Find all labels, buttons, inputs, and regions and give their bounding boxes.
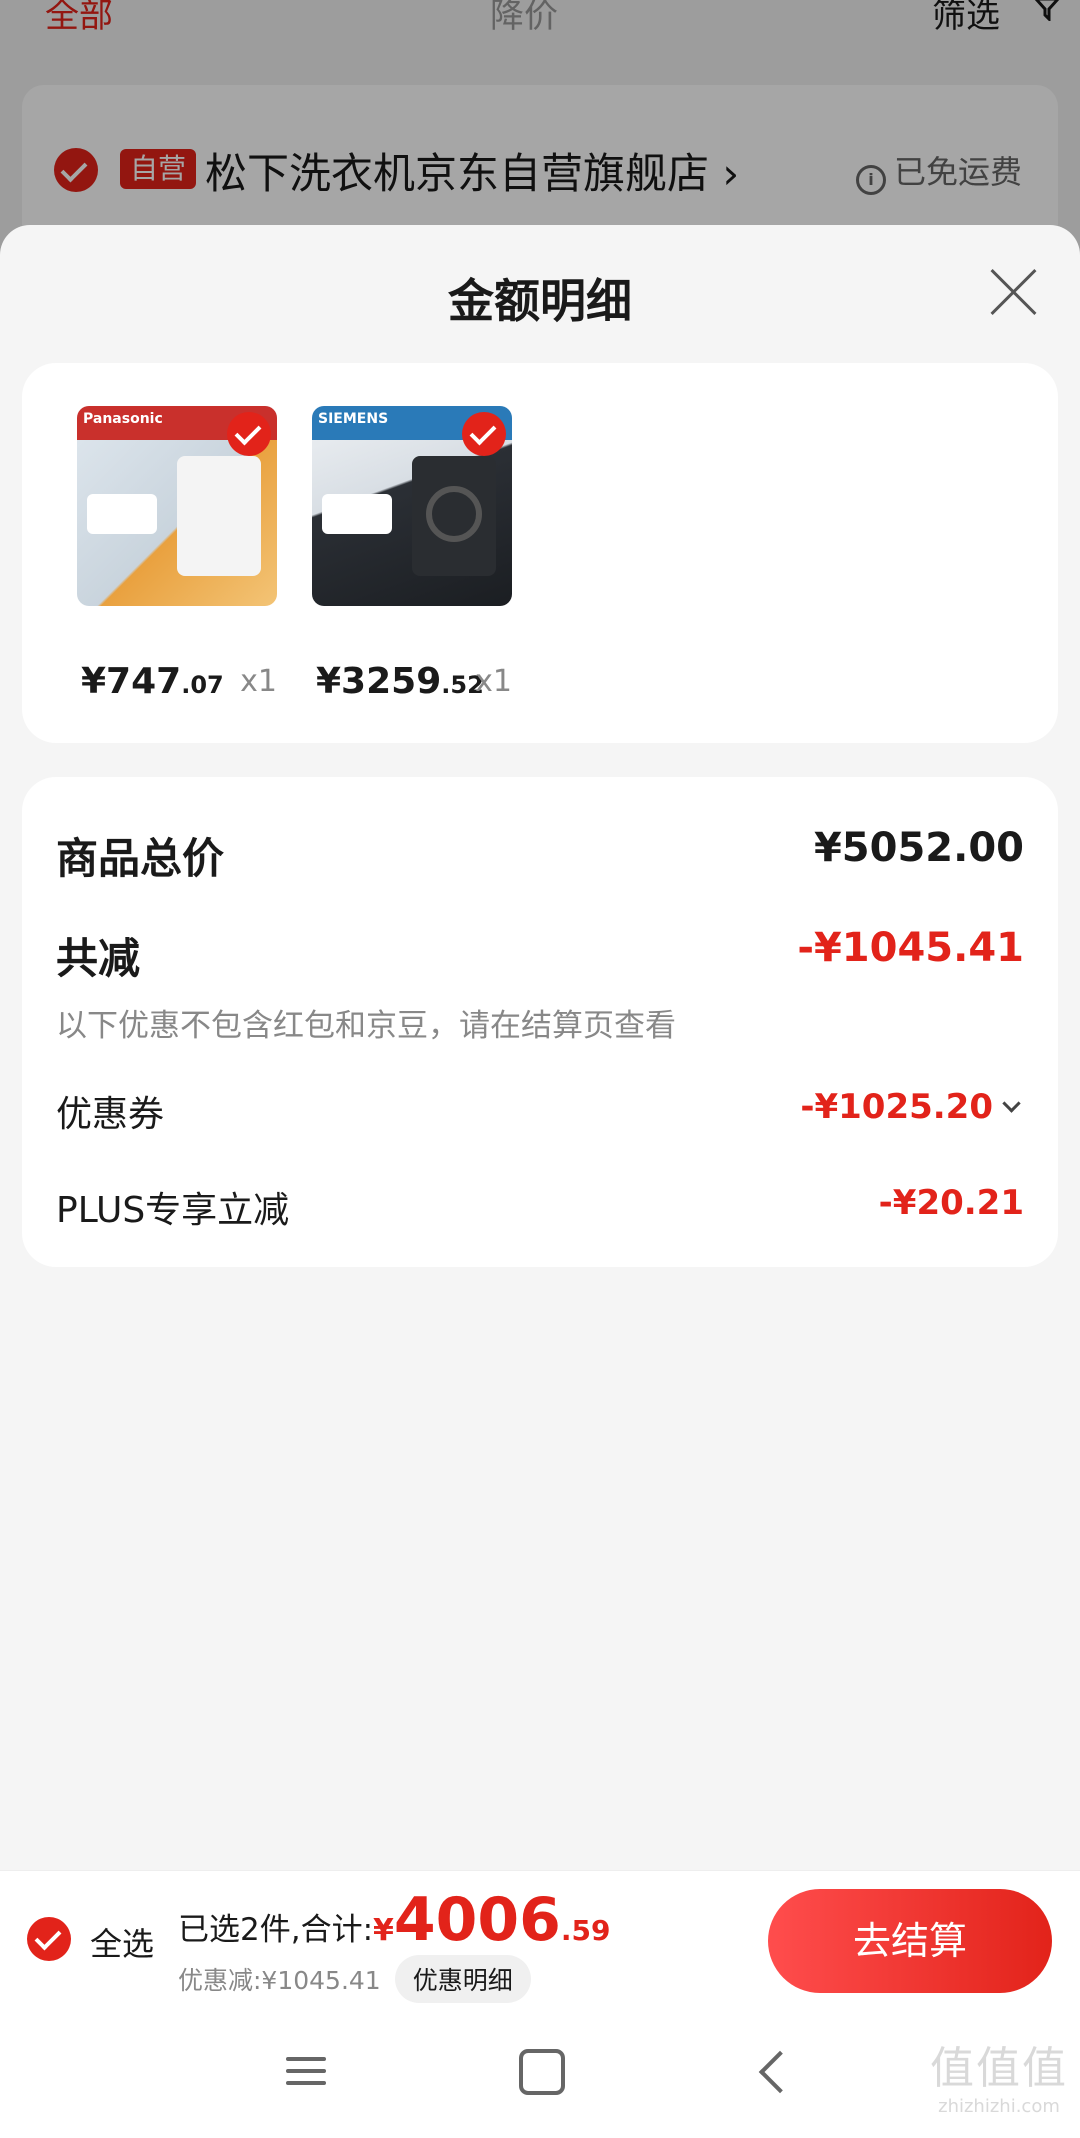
reduce-value: -¥1045.41: [797, 925, 1024, 971]
close-icon[interactable]: [988, 267, 1038, 317]
total-value: ¥5052.00: [813, 825, 1024, 871]
product-thumbnail: Panasonic: [77, 406, 277, 606]
product-promo-badge: [322, 494, 392, 534]
product-price: ¥3259.52: [316, 661, 484, 702]
reduce-hint: 以下优惠不包含红包和京豆，请在结算页查看: [56, 1008, 676, 1044]
discount-text: 优惠减:¥1045.41: [178, 1966, 381, 1995]
checkout-button[interactable]: 去结算: [768, 1889, 1052, 1993]
check-icon: [227, 412, 271, 456]
sheet-title: 金额明细: [448, 274, 632, 328]
coupon-row[interactable]: 优惠券 -¥1025.20: [56, 1085, 1024, 1137]
select-all-label[interactable]: 全选: [90, 1919, 154, 1965]
selected-total: 已选2件,合计:¥4006.59: [178, 1885, 611, 1955]
product-item[interactable]: Panasonic ¥747.07 x1: [77, 406, 277, 702]
chevron-down-icon: [1002, 1094, 1021, 1113]
product-card: Panasonic ¥747.07 x1 SIEMENS ¥3259.52 x1: [22, 363, 1058, 743]
coupon-value: -¥1025.20: [800, 1087, 1021, 1127]
selected-text: 已选2件,合计:: [178, 1912, 374, 1948]
discount-detail-button[interactable]: 优惠明细: [394, 1955, 531, 2003]
total-row: 商品总价 ¥5052.00: [56, 825, 1024, 886]
summary-card: 商品总价 ¥5052.00 共减 -¥1045.41 以下优惠不包含红包和京豆，…: [22, 777, 1058, 1267]
back-icon[interactable]: [758, 2050, 802, 2094]
select-all-checkbox[interactable]: [27, 1917, 71, 1961]
total-label: 商品总价: [56, 834, 225, 883]
plus-label: PLUS专享立减: [56, 1190, 290, 1231]
recent-apps-icon[interactable]: [286, 2053, 326, 2089]
plus-row: PLUS专享立减 -¥20.21: [56, 1181, 1024, 1233]
dim-overlay[interactable]: [0, 0, 1080, 260]
plus-value: -¥20.21: [878, 1183, 1024, 1223]
reduce-row: 共减 -¥1045.41 以下优惠不包含红包和京豆，请在结算页查看: [56, 925, 1024, 1045]
product-qty: x1: [240, 664, 277, 699]
system-nav-bar: 值值值 zhizhizhi.com: [0, 2007, 1080, 2138]
product-qty: x1: [475, 664, 512, 699]
product-item[interactable]: SIEMENS ¥3259.52 x1: [312, 406, 512, 702]
coupon-label: 优惠券: [56, 1094, 165, 1135]
product-brand: Panasonic: [83, 411, 163, 427]
checkout-bar: 全选 已选2件,合计:¥4006.59 优惠减:¥1045.41 优惠明细 去结算: [0, 1870, 1080, 2008]
washer-image: [412, 456, 496, 576]
product-price: ¥747.07: [81, 661, 224, 702]
watermark: 值值值 zhizhizhi.com: [930, 2043, 1068, 2117]
product-thumbnail: SIEMENS: [312, 406, 512, 606]
washer-image: [177, 456, 261, 576]
total-amount: 4006: [393, 1885, 561, 1955]
product-promo-badge: [87, 494, 157, 534]
cart-background: 全部 降价 筛选 自营 松下洗衣机京东自营旗舰店 › i 已免运费: [0, 0, 1080, 285]
check-icon: [462, 412, 506, 456]
amount-detail-sheet: 金额明细 Panasonic ¥747.07 x1 SIEMENS ¥3259.…: [0, 225, 1080, 1870]
discount-line: 优惠减:¥1045.41 优惠明细: [178, 1955, 531, 2003]
product-brand: SIEMENS: [318, 411, 389, 427]
home-icon[interactable]: [519, 2049, 565, 2095]
